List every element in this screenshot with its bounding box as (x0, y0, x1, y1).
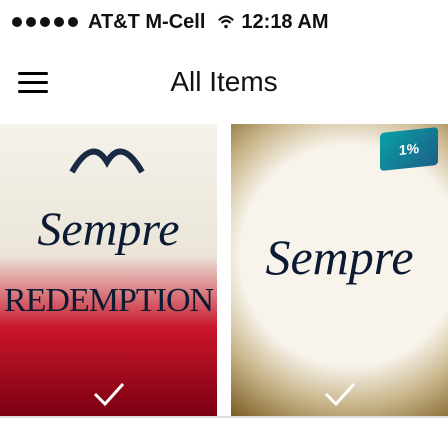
cover-title: Sempre (265, 229, 414, 285)
badge: 1% (380, 126, 438, 172)
wifi-icon (218, 15, 235, 29)
items-grid: Sempre REDEMPTION 1% Sempre (0, 124, 448, 416)
cover-swirl-icon (69, 148, 145, 174)
cover-title: Sempre (37, 203, 180, 256)
checkmark-icon (93, 382, 124, 407)
carrier-name: AT&T M-Cell (88, 10, 206, 33)
signal-strength-icon (12, 17, 78, 27)
divider (0, 416, 448, 418)
badge-text: 1% (398, 139, 420, 159)
cover-subtitle: REDEMPTION (3, 282, 214, 319)
item-card[interactable]: 1% Sempre (231, 124, 448, 416)
checkmark-icon (324, 382, 355, 407)
page-title: All Items (170, 66, 278, 97)
item-card[interactable]: Sempre REDEMPTION (0, 124, 217, 416)
nav-bar: All Items (0, 44, 448, 124)
status-bar: AT&T M-Cell 12:18 AM (0, 0, 448, 44)
status-time: 12:18 AM (241, 10, 329, 33)
